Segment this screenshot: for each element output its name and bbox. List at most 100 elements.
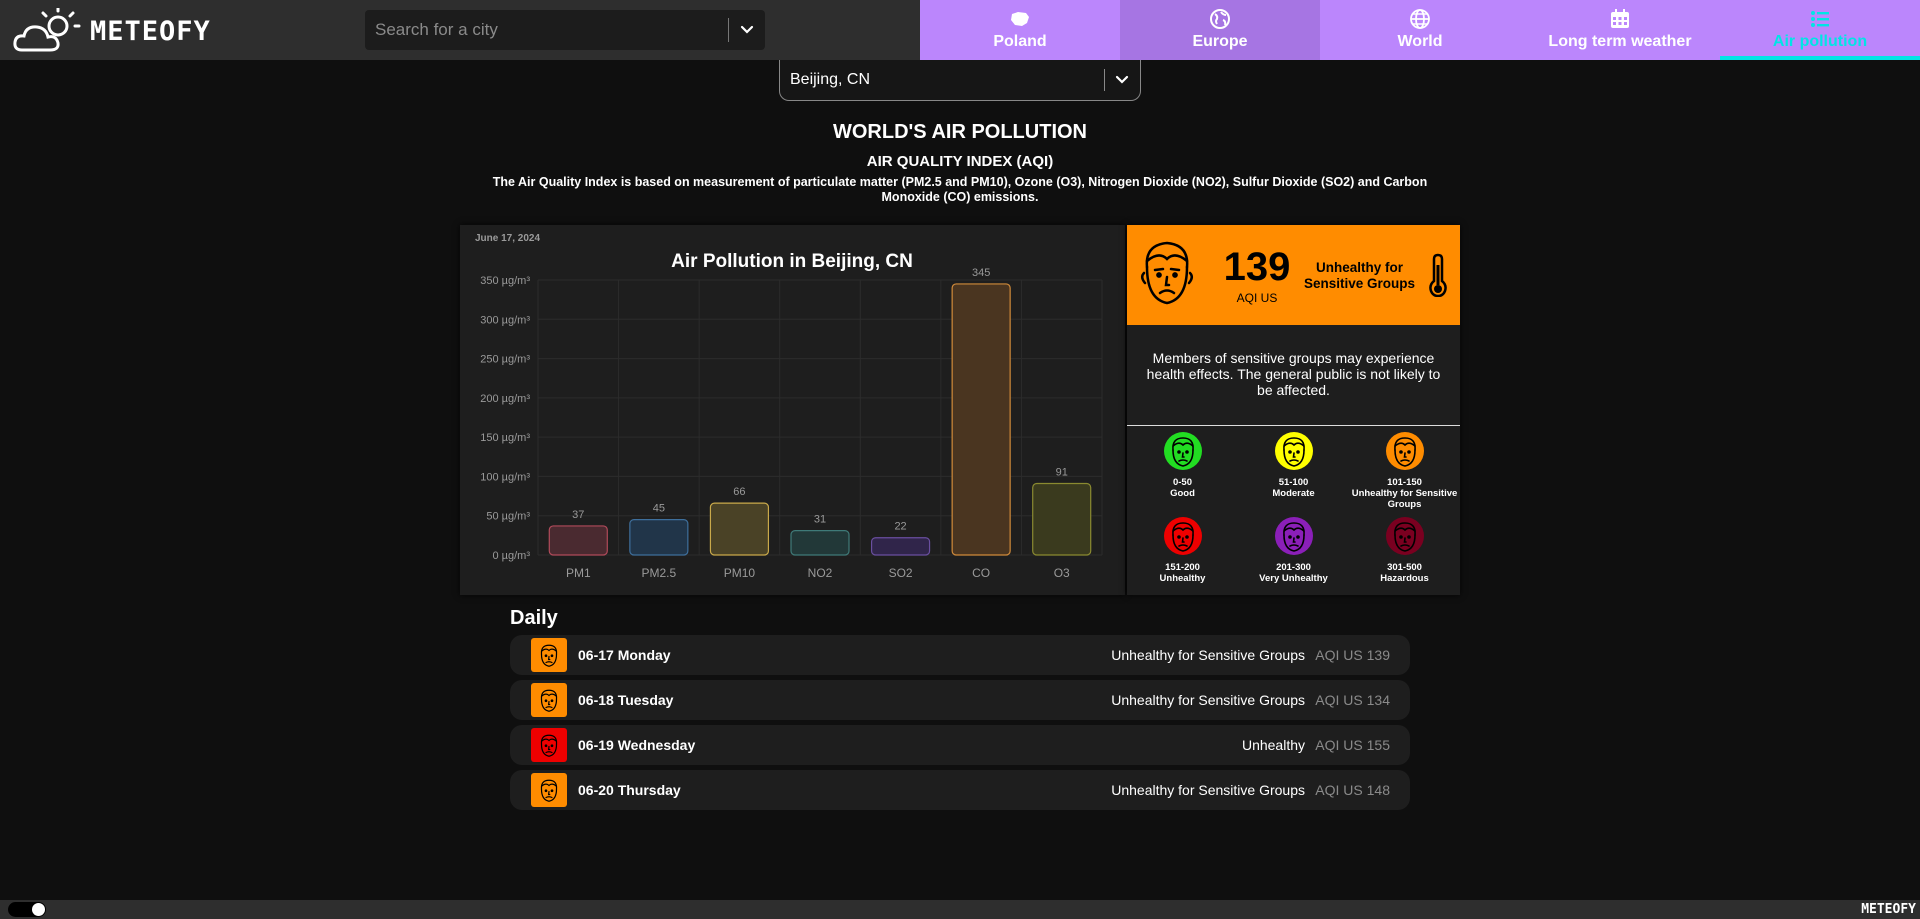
aqi-description: The Air Quality Index is based on measur… bbox=[492, 175, 1428, 204]
aqi-value: 139 bbox=[1223, 245, 1291, 289]
logo-text: METEOFY bbox=[90, 15, 211, 47]
chart-date: June 17, 2024 bbox=[475, 233, 541, 244]
aqi-face-badge bbox=[531, 683, 567, 717]
aqi-summary: 139 AQI US Unhealthy for Sensitive Group… bbox=[1127, 225, 1460, 325]
x-tick-label: PM10 bbox=[724, 566, 756, 580]
globe-europe-icon bbox=[1210, 9, 1230, 29]
y-tick-label: 200 µg/m³ bbox=[480, 393, 530, 405]
poland-map-icon bbox=[1011, 12, 1029, 26]
sad-face-icon bbox=[1141, 241, 1193, 305]
legend-name: Very Unhealthy bbox=[1259, 573, 1328, 584]
face-icon bbox=[534, 640, 564, 670]
x-tick-label: CO bbox=[972, 566, 990, 580]
y-tick-label: 150 µg/m³ bbox=[480, 432, 530, 444]
legend-range: 51-100 bbox=[1278, 477, 1309, 488]
y-tick-label: 100 µg/m³ bbox=[480, 471, 530, 483]
daily-date: 06-20 Thursday bbox=[578, 782, 681, 798]
bar-pm25 bbox=[629, 519, 689, 556]
legend-range: 151-200 bbox=[1165, 562, 1200, 573]
daily-aqi: AQI US 148 bbox=[1315, 782, 1390, 798]
legend-range: 0-50 bbox=[1172, 477, 1192, 488]
city-select-value: Beijing, CN bbox=[790, 71, 871, 88]
aqi-face-badge bbox=[531, 728, 567, 762]
legend-name: Moderate bbox=[1272, 488, 1315, 499]
legend-item: 51-100 Moderate bbox=[1238, 431, 1349, 499]
tab-poland[interactable]: Poland bbox=[920, 0, 1120, 60]
logo[interactable]: METEOFY bbox=[12, 8, 211, 54]
search-separator bbox=[728, 18, 729, 42]
tab-air-pollution[interactable]: Air pollution bbox=[1720, 0, 1920, 60]
face-icon bbox=[534, 730, 564, 760]
city-select[interactable]: Beijing, CN bbox=[779, 60, 1141, 101]
x-tick-label: O3 bbox=[1054, 566, 1070, 580]
data-label: 31 bbox=[814, 514, 826, 526]
data-label: 91 bbox=[1056, 467, 1068, 479]
city-select-separator bbox=[1104, 69, 1105, 91]
cloud-sun-icon bbox=[13, 8, 81, 52]
data-label: 45 bbox=[653, 503, 665, 515]
tab-label: Europe bbox=[1192, 33, 1248, 50]
y-tick-label: 350 µg/m³ bbox=[480, 275, 530, 287]
data-label: 22 bbox=[894, 521, 906, 533]
data-label: 66 bbox=[733, 486, 745, 498]
toggle-knob bbox=[32, 903, 45, 916]
header: METEOFY Poland Europe bbox=[0, 0, 1920, 60]
aqi-card: 139 AQI US Unhealthy for Sensitive Group… bbox=[1127, 225, 1460, 595]
face-icon bbox=[1274, 517, 1313, 555]
chevron-down-icon[interactable] bbox=[737, 20, 757, 40]
face-icon bbox=[1385, 517, 1424, 555]
aqi-face-badge bbox=[531, 773, 567, 807]
list-icon bbox=[1811, 11, 1829, 27]
aqi-level: Unhealthy for Sensitive Groups bbox=[1303, 260, 1416, 291]
main-nav: Poland Europe World Long term weather Ai… bbox=[920, 0, 1920, 60]
face-icon bbox=[1274, 432, 1313, 470]
tab-europe[interactable]: Europe bbox=[1120, 0, 1320, 60]
y-tick-label: 50 µg/m³ bbox=[486, 511, 530, 523]
calendar-icon bbox=[1611, 9, 1629, 28]
tab-label: World bbox=[1397, 33, 1443, 50]
page-title: WORLD'S AIR POLLUTION bbox=[833, 121, 1087, 143]
daily-level: Unhealthy bbox=[1241, 737, 1305, 753]
bar-o3 bbox=[1032, 482, 1092, 556]
daily-row[interactable]: 06-20 Thursday Unhealthy for Sensitive Gr… bbox=[510, 770, 1410, 810]
legend-range: 201-300 bbox=[1276, 562, 1311, 573]
legend-name: Hazardous bbox=[1380, 573, 1429, 584]
bar-no2 bbox=[790, 530, 850, 556]
legend-item: 0-50 Good bbox=[1127, 431, 1238, 499]
daily-title: Daily bbox=[510, 607, 558, 629]
x-tick-label: PM2.5 bbox=[642, 566, 677, 580]
tab-label: Poland bbox=[993, 33, 1047, 50]
daily-level: Unhealthy for Sensitive Groups bbox=[1111, 647, 1305, 663]
divider bbox=[1127, 425, 1460, 426]
search-input[interactable] bbox=[365, 10, 720, 50]
tab-world[interactable]: World bbox=[1320, 0, 1520, 60]
chart-title: Air Pollution in Beijing, CN bbox=[671, 251, 913, 272]
city-search[interactable] bbox=[365, 10, 765, 50]
aqi-health-message: Members of sensitive groups may experien… bbox=[1146, 350, 1441, 398]
data-label: 37 bbox=[572, 509, 584, 521]
theme-toggle[interactable] bbox=[8, 902, 46, 917]
daily-level: Unhealthy for Sensitive Groups bbox=[1111, 692, 1305, 708]
y-tick-label: 250 µg/m³ bbox=[480, 354, 530, 366]
daily-row[interactable]: 06-19 Wednesday Unhealthy AQI US 155 bbox=[510, 725, 1410, 765]
air-pollution-bar-chart: Air Pollution in Beijing, CN 0 µg/m³ 50 µg… bbox=[480, 251, 1103, 580]
daily-date: 06-17 Monday bbox=[578, 647, 671, 663]
daily-aqi: AQI US 139 bbox=[1315, 647, 1390, 663]
daily-row[interactable]: 06-18 Tuesday Unhealthy for Sensitive Gro… bbox=[510, 680, 1410, 720]
face-icon bbox=[1163, 517, 1202, 555]
y-tick-label: 300 µg/m³ bbox=[480, 314, 530, 326]
footer-logo: METEOFY bbox=[1861, 902, 1916, 917]
globe-icon bbox=[1410, 9, 1430, 29]
bar-pm1 bbox=[548, 525, 608, 556]
x-tick-label: PM1 bbox=[566, 566, 591, 580]
daily-row[interactable]: 06-17 Monday Unhealthy for Sensitive Grou… bbox=[510, 635, 1410, 675]
legend-name: Unhealthy for Sensitive Groups bbox=[1351, 488, 1458, 510]
legend-item: 301-500 Hazardous bbox=[1349, 516, 1460, 584]
bar-co bbox=[951, 283, 1011, 556]
legend-name: Unhealthy bbox=[1159, 573, 1206, 584]
tab-long-term-weather[interactable]: Long term weather bbox=[1520, 0, 1720, 60]
chevron-down-icon[interactable] bbox=[1112, 70, 1132, 90]
tab-label: Long term weather bbox=[1548, 33, 1692, 50]
footer: METEOFY bbox=[0, 900, 1920, 919]
daily-level: Unhealthy for Sensitive Groups bbox=[1111, 782, 1305, 798]
